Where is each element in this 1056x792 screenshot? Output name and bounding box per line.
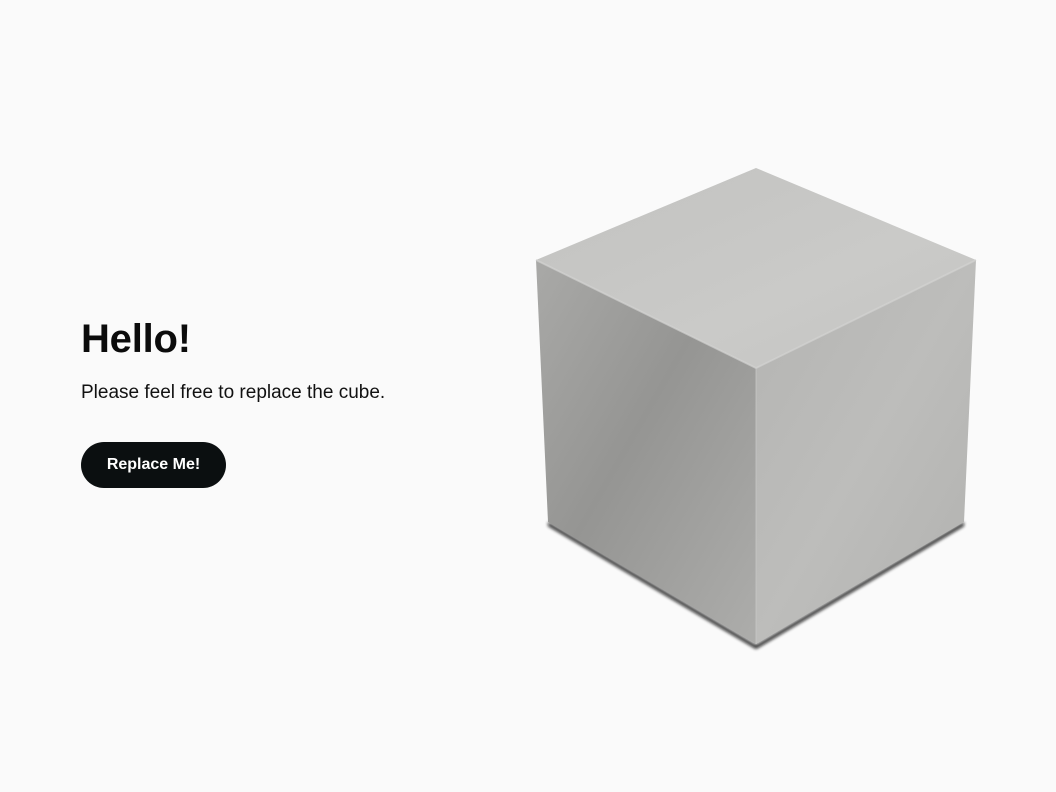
hero-section: Hello! Please feel free to replace the c… [81,314,501,488]
replace-me-button[interactable]: Replace Me! [81,442,226,488]
cube-icon [535,168,977,649]
page-title: Hello! [81,317,191,361]
hero-subtitle: Please feel free to replace the cube. [81,382,386,403]
cube-illustration [520,150,1000,670]
